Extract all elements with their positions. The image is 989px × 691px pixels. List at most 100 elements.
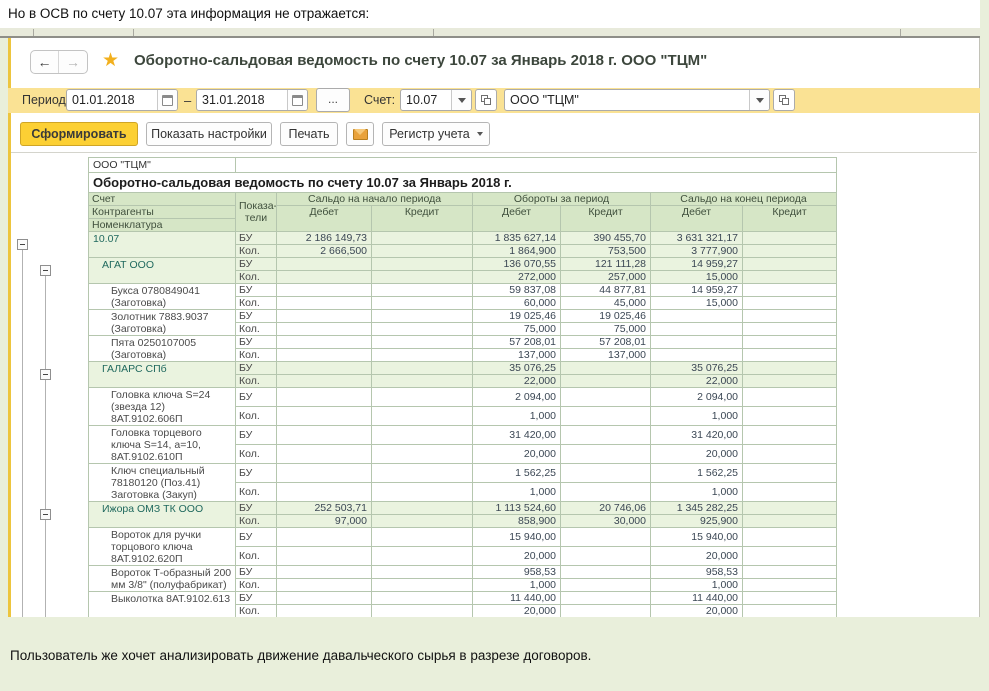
indicator-cell[interactable]: Кол. [236,407,277,426]
value-cell[interactable] [277,375,372,388]
organization-value[interactable]: ООО "ТЦМ" [505,90,749,110]
value-cell[interactable]: 30,000 [561,515,651,528]
value-cell[interactable] [743,407,837,426]
show-settings-button[interactable]: Показать настройки [146,122,272,146]
organization-combo[interactable]: ООО "ТЦМ" [504,89,770,111]
value-cell[interactable] [372,547,473,566]
indicator-cell[interactable]: Кол. [236,579,277,592]
value-cell[interactable] [372,284,473,297]
value-cell[interactable]: 1,000 [651,579,743,592]
indicator-cell[interactable]: БУ [236,284,277,297]
value-cell[interactable]: 44 877,81 [561,284,651,297]
value-cell[interactable] [743,310,837,323]
value-cell[interactable] [277,445,372,464]
value-cell[interactable] [743,464,837,483]
value-cell[interactable] [372,445,473,464]
value-cell[interactable] [743,579,837,592]
indicator-cell[interactable]: Кол. [236,349,277,362]
row-label[interactable]: Головка торцевого ключа S=14, а=10, 8АТ.… [89,426,236,464]
period-more-button[interactable]: ... [316,88,350,112]
value-cell[interactable]: 35 076,25 [651,362,743,375]
value-cell[interactable] [743,271,837,284]
value-cell[interactable]: 59 837,08 [473,284,561,297]
value-cell[interactable]: 137,000 [473,349,561,362]
period-to-field[interactable]: 31.01.2018 [196,89,308,111]
value-cell[interactable] [743,245,837,258]
value-cell[interactable]: 390 455,70 [561,232,651,245]
indicator-cell[interactable]: БУ [236,310,277,323]
value-cell[interactable]: 15,000 [651,297,743,310]
account-combo[interactable]: 10.07 [400,89,472,111]
value-cell[interactable] [372,407,473,426]
value-cell[interactable]: 22,000 [651,375,743,388]
collapse-group-button[interactable] [17,239,28,250]
value-cell[interactable]: 19 025,46 [561,310,651,323]
value-cell[interactable] [561,375,651,388]
value-cell[interactable] [372,388,473,407]
value-cell[interactable] [372,605,473,618]
value-cell[interactable] [743,297,837,310]
value-cell[interactable] [561,547,651,566]
value-cell[interactable] [561,362,651,375]
indicator-cell[interactable]: Кол. [236,605,277,618]
value-cell[interactable]: 15 940,00 [651,528,743,547]
report-title[interactable]: Оборотно-сальдовая ведомость по счету 10… [89,173,837,193]
value-cell[interactable]: 20 746,06 [561,502,651,515]
value-cell[interactable]: 20,000 [651,445,743,464]
value-cell[interactable] [743,336,837,349]
value-cell[interactable]: 2 094,00 [473,388,561,407]
value-cell[interactable]: 31 420,00 [651,426,743,445]
value-cell[interactable] [372,426,473,445]
value-cell[interactable]: 45,000 [561,297,651,310]
value-cell[interactable] [277,407,372,426]
value-cell[interactable]: 35 076,25 [473,362,561,375]
value-cell[interactable] [372,592,473,605]
indicator-cell[interactable]: Кол. [236,323,277,336]
value-cell[interactable]: 57 208,01 [473,336,561,349]
period-from-value[interactable]: 01.01.2018 [67,90,157,110]
collapse-group-button[interactable] [40,265,51,276]
back-button[interactable]: ← [31,51,59,73]
value-cell[interactable]: 136 070,55 [473,258,561,271]
value-cell[interactable]: 1 113 524,60 [473,502,561,515]
value-cell[interactable] [743,284,837,297]
value-cell[interactable] [561,426,651,445]
indicator-cell[interactable]: Кол. [236,547,277,566]
indicator-cell[interactable]: БУ [236,426,277,445]
value-cell[interactable]: 3 631 321,17 [651,232,743,245]
indicator-cell[interactable]: БУ [236,592,277,605]
value-cell[interactable] [372,528,473,547]
value-cell[interactable] [743,232,837,245]
value-cell[interactable] [277,297,372,310]
value-cell[interactable] [561,579,651,592]
indicator-cell[interactable]: Кол. [236,375,277,388]
value-cell[interactable] [561,605,651,618]
print-button[interactable]: Печать [280,122,338,146]
value-cell[interactable]: 2 186 149,73 [277,232,372,245]
value-cell[interactable] [561,464,651,483]
value-cell[interactable]: 272,000 [473,271,561,284]
value-cell[interactable]: 60,000 [473,297,561,310]
value-cell[interactable]: 2 666,500 [277,245,372,258]
value-cell[interactable]: 257,000 [561,271,651,284]
value-cell[interactable]: 11 440,00 [473,592,561,605]
value-cell[interactable]: 958,53 [651,566,743,579]
calendar-button[interactable] [287,90,307,110]
value-cell[interactable] [651,336,743,349]
value-cell[interactable]: 925,900 [651,515,743,528]
indicator-cell[interactable]: БУ [236,388,277,407]
row-label[interactable]: АГАТ ООО [89,258,236,284]
value-cell[interactable] [561,407,651,426]
value-cell[interactable]: 1,000 [473,407,561,426]
row-label[interactable]: ГАЛАРС СПб [89,362,236,388]
value-cell[interactable] [277,284,372,297]
register-menu-button[interactable]: Регистр учета [382,122,490,146]
value-cell[interactable] [277,310,372,323]
account-value[interactable]: 10.07 [401,90,451,110]
row-label[interactable]: Головка ключа S=24 (звезда 12) 8АТ.9102.… [89,388,236,426]
value-cell[interactable] [372,579,473,592]
value-cell[interactable] [277,528,372,547]
collapse-group-button[interactable] [40,509,51,520]
row-label[interactable]: Вороток Т-образный 200 мм 3/8" (полуфабр… [89,566,236,592]
value-cell[interactable] [743,547,837,566]
